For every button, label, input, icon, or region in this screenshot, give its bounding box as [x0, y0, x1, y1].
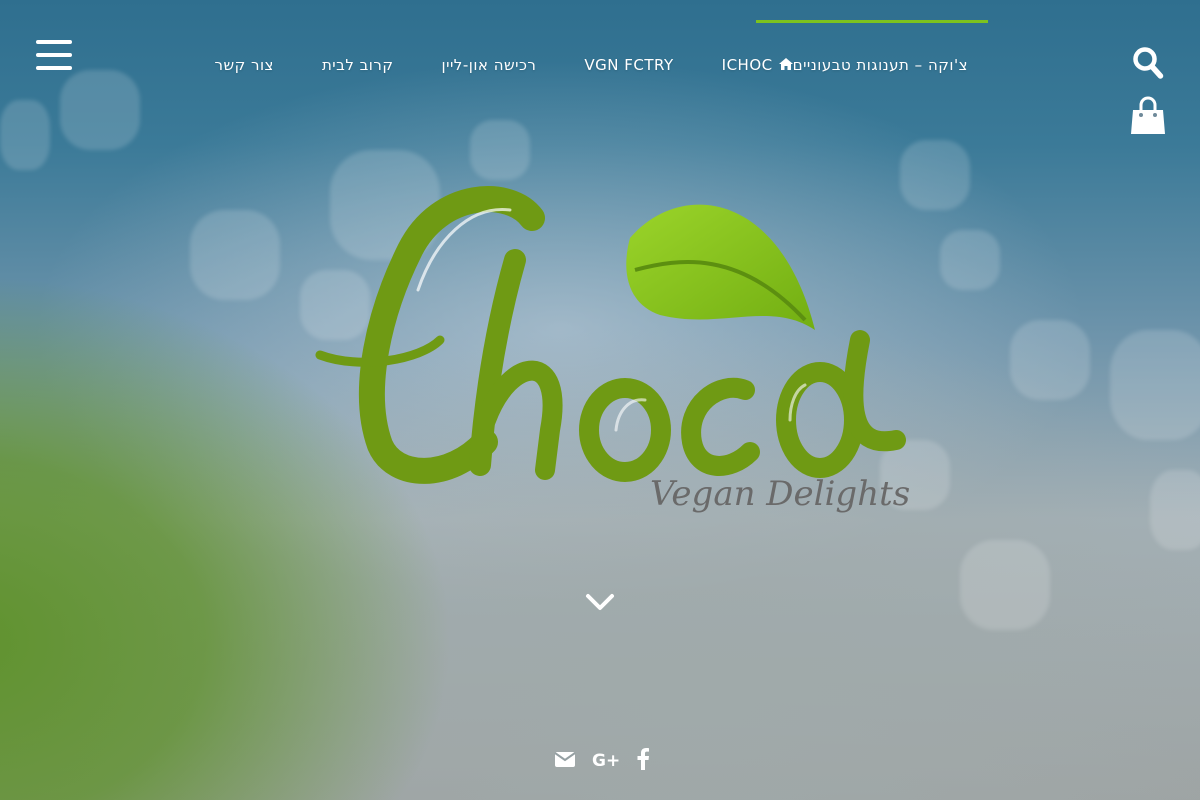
nav-item-label: ICHOC [721, 56, 773, 74]
bokeh-light [470, 120, 530, 180]
logo-tagline: Vegan Delights [650, 474, 910, 514]
active-nav-indicator [756, 20, 988, 23]
nav-item-label: צ'וקה – תענוגות טבעוניים [792, 56, 968, 74]
nav-item-near-home[interactable]: קרוב לבית [322, 56, 394, 74]
social-links: G+ [554, 748, 650, 774]
choca-logo-artwork: Vegan Delights [315, 186, 910, 514]
choca-logo: Vegan Delights [300, 180, 910, 530]
shopping-bag-icon[interactable] [1130, 96, 1166, 136]
main-navigation: צ'וקה – תענוגות טבעוניים ICHOC VGN FCTRY… [166, 54, 968, 76]
bokeh-light [190, 210, 280, 300]
nav-item-label: VGN FCTRY [584, 56, 674, 74]
nav-item-home[interactable]: צ'וקה – תענוגות טבעוניים [773, 56, 968, 74]
chevron-down-icon[interactable] [584, 590, 616, 614]
nav-item-online-purchase[interactable]: רכישה און-ליין [442, 56, 537, 74]
facebook-icon[interactable] [636, 748, 650, 774]
bokeh-light [60, 70, 140, 150]
bokeh-light [1110, 330, 1200, 440]
bokeh-light [900, 140, 970, 210]
bokeh-light [1010, 320, 1090, 400]
hamburger-menu-icon[interactable] [36, 40, 72, 72]
nav-item-ichoc[interactable]: ICHOC [722, 56, 773, 74]
bokeh-light [940, 230, 1000, 290]
bokeh-light [1150, 470, 1200, 550]
nav-item-label: רכישה און-ליין [441, 56, 537, 74]
search-icon[interactable] [1132, 46, 1164, 80]
bokeh-light [0, 100, 50, 170]
envelope-icon[interactable] [554, 750, 576, 772]
nav-item-contact[interactable]: צור קשר [214, 56, 273, 74]
google-plus-icon[interactable]: G+ [592, 748, 620, 774]
bokeh-light [960, 540, 1050, 630]
nav-item-label: קרוב לבית [321, 56, 394, 74]
nav-item-vgn-fctry[interactable]: VGN FCTRY [584, 56, 673, 74]
home-icon [778, 56, 793, 74]
nav-item-label: צור קשר [214, 56, 274, 74]
